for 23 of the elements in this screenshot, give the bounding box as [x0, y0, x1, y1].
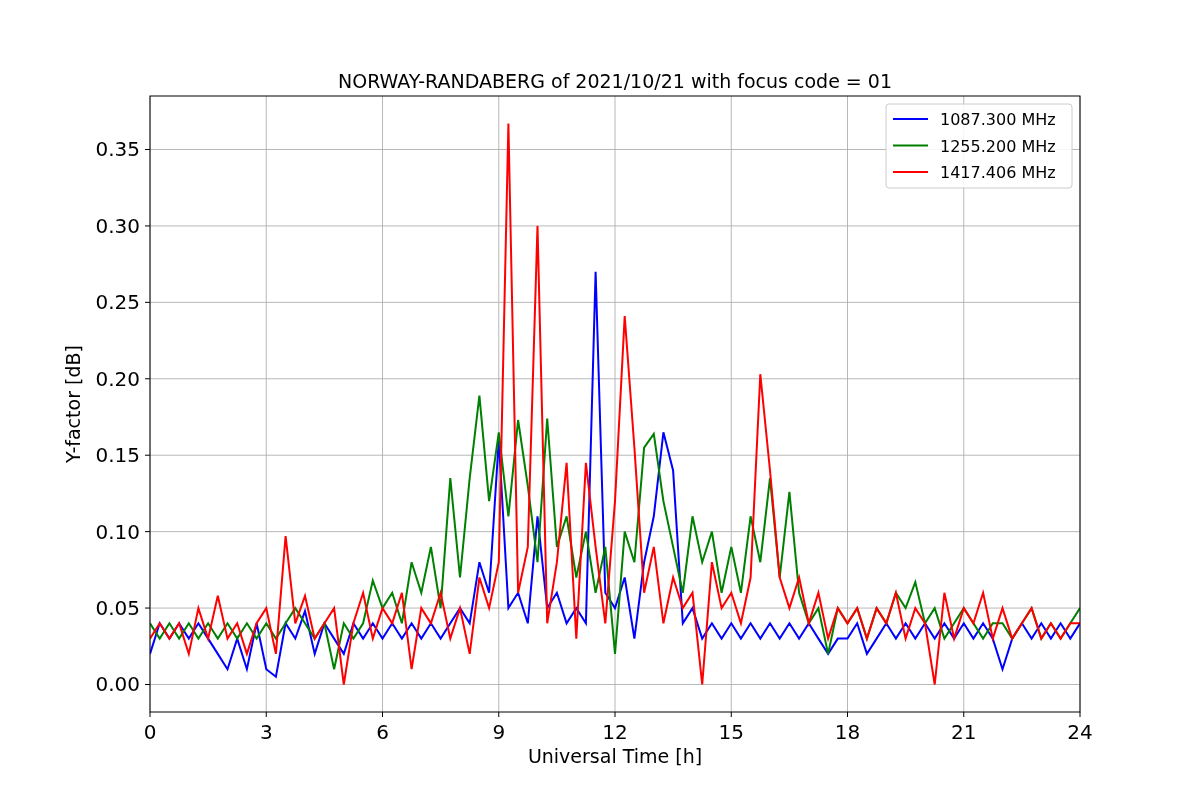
y-tick-label: 0.30	[95, 213, 140, 238]
x-tick-label: 6	[376, 720, 389, 744]
y-tick-label: 0.15	[95, 443, 140, 468]
y-tick-label: 0.25	[95, 290, 140, 315]
x-tick-label: 21	[951, 720, 977, 744]
y-tick-label: 0.35	[95, 137, 140, 162]
y-tick-label: 0.20	[95, 366, 140, 391]
x-tick-label: 12	[602, 720, 628, 744]
x-tick-label: 3	[259, 720, 273, 744]
legend-label: 1255.200 MHz	[940, 136, 1056, 156]
y-axis-label: Y-factor [dB]	[62, 345, 84, 463]
legend-label: 1087.300 MHz	[940, 110, 1056, 129]
chart-title: NORWAY-RANDABERG of 2021/10/21 with focus code = 01	[338, 70, 892, 92]
x-axis-label: Universal Time [h]	[527, 745, 703, 767]
y-tick-label: 0.05	[95, 596, 140, 621]
x-tick-label: 9	[492, 720, 506, 744]
legend-label: 1417.406 MHz	[940, 163, 1056, 182]
x-tick-label: 18	[834, 720, 861, 744]
x-tick-label: 24	[1067, 720, 1093, 744]
x-tick-label: 15	[718, 720, 744, 744]
y-tick-label: 0.00	[95, 672, 140, 697]
y-tick-label: 0.10	[95, 519, 140, 544]
x-tick-label: 0	[143, 720, 157, 744]
